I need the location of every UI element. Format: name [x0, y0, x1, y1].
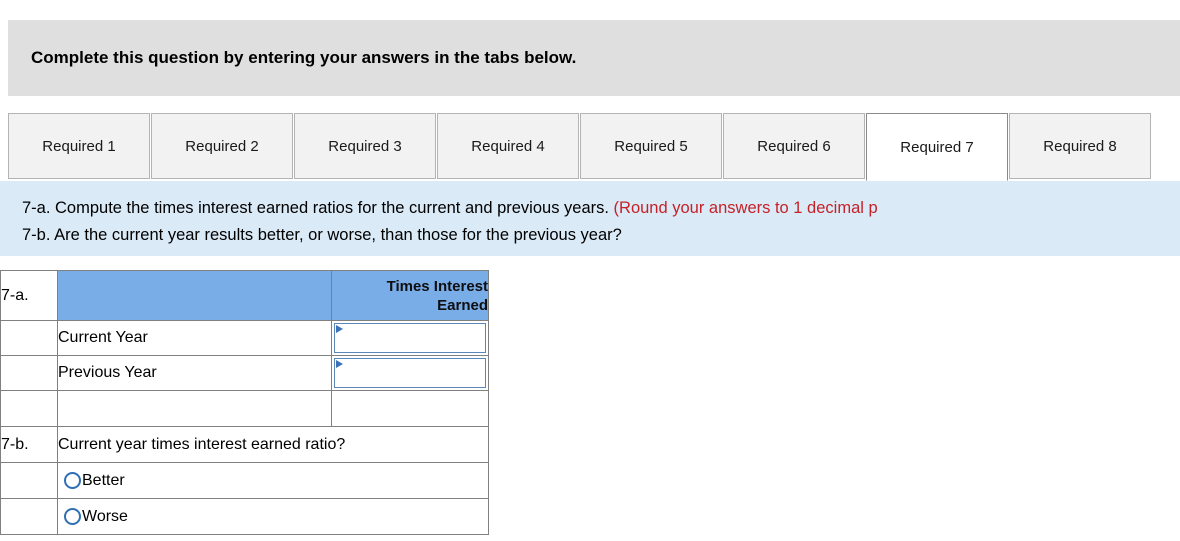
row-label-current-year: Current Year	[57, 320, 332, 356]
section-label-7a: 7-a.	[0, 270, 58, 321]
header-blank-cell	[57, 270, 332, 321]
tab-required-6[interactable]: Required 6	[723, 113, 865, 179]
tab-required-4[interactable]: Required 4	[437, 113, 579, 179]
option-worse[interactable]: Worse	[58, 499, 488, 534]
tab-required-8[interactable]: Required 8	[1009, 113, 1151, 179]
instruction-banner-text: Complete this question by entering your …	[31, 48, 577, 67]
tab-required-3[interactable]: Required 3	[294, 113, 436, 179]
table-row-question-7b: 7-b. Current year times interest earned …	[0, 426, 489, 463]
answer-table: 7-a. Times Interest Earned Current Year …	[0, 270, 489, 535]
option-row-label-blank-1	[0, 462, 58, 499]
current-year-input[interactable]	[334, 323, 486, 353]
section-label-7b: 7-b.	[0, 426, 58, 463]
requirement-line-b: 7-b. Are the current year results better…	[22, 226, 622, 244]
requirement-line-a: 7-a. Compute the times interest earned r…	[22, 199, 878, 218]
table-row-header: 7-a. Times Interest Earned	[0, 270, 489, 321]
previous-year-input[interactable]	[334, 358, 486, 388]
table-row-option-better: Better	[0, 462, 489, 499]
row-label-previous-year: Previous Year	[57, 355, 332, 391]
instruction-banner: Complete this question by entering your …	[8, 20, 1180, 96]
table-row: Previous Year	[0, 355, 489, 391]
table-row-spacer	[0, 390, 489, 427]
cell-marker-icon	[336, 325, 343, 333]
column-header-times-interest-earned: Times Interest Earned	[331, 270, 489, 321]
spacer-cell-value	[331, 390, 489, 427]
radio-worse-icon[interactable]	[64, 508, 81, 525]
required-tabs: Required 1 Required 2 Required 3 Require…	[8, 113, 1180, 181]
row-label-blank-2	[0, 355, 58, 391]
option-worse-label: Worse	[82, 507, 128, 525]
input-cell-current-year[interactable]	[331, 320, 489, 356]
requirement-line-a-text: 7-a. Compute the times interest earned r…	[22, 199, 614, 217]
question-7b-text: Current year times interest earned ratio…	[57, 426, 489, 463]
cell-marker-icon	[336, 360, 343, 368]
option-better-label: Better	[82, 471, 125, 489]
option-row-label-blank-2	[0, 498, 58, 535]
row-label-blank-1	[0, 320, 58, 356]
tab-required-7[interactable]: Required 7	[866, 113, 1008, 181]
requirement-rounding-note: (Round your answers to 1 decimal p	[613, 199, 878, 217]
table-row: Current Year	[0, 320, 489, 356]
spacer-cell-label	[0, 390, 58, 427]
spacer-cell-desc	[57, 390, 332, 427]
requirement-band: 7-a. Compute the times interest earned r…	[0, 181, 1180, 256]
tab-required-1[interactable]: Required 1	[8, 113, 150, 179]
option-cell-better[interactable]: Better	[57, 462, 489, 499]
table-row-option-worse: Worse	[0, 498, 489, 535]
option-cell-worse[interactable]: Worse	[57, 498, 489, 535]
option-better[interactable]: Better	[58, 463, 488, 498]
tab-required-5[interactable]: Required 5	[580, 113, 722, 179]
input-cell-previous-year[interactable]	[331, 355, 489, 391]
radio-better-icon[interactable]	[64, 472, 81, 489]
tab-required-2[interactable]: Required 2	[151, 113, 293, 179]
